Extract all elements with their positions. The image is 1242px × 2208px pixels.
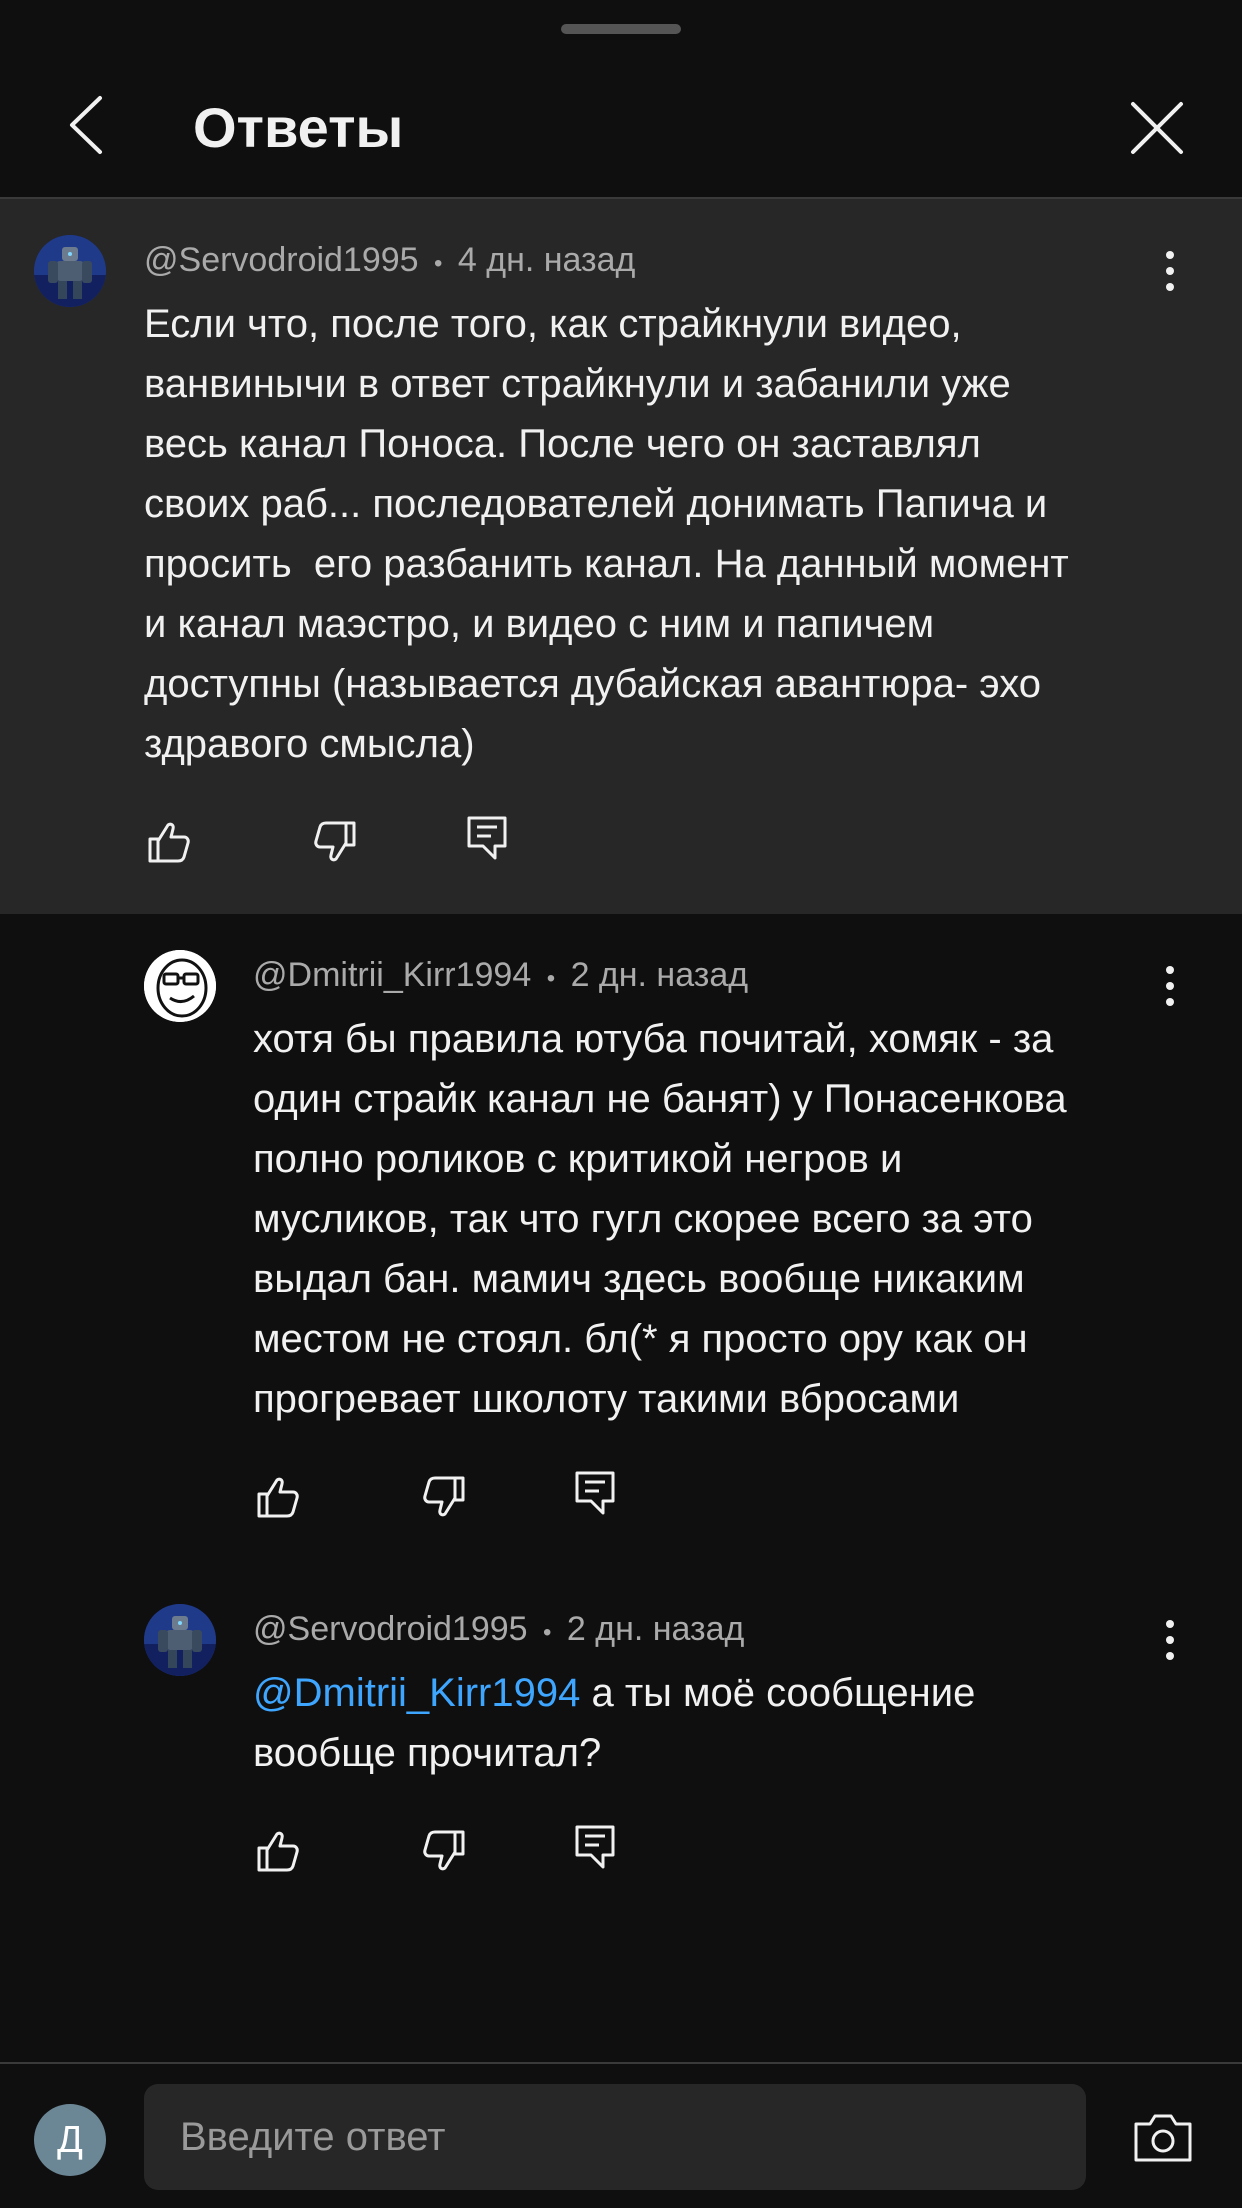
reply-button[interactable] xyxy=(460,811,514,865)
thumb-down-icon xyxy=(314,821,356,862)
more-vertical-icon xyxy=(1166,966,1174,974)
comment-meta: @Dmitrii_Kirr1994 • 2 дн. назад xyxy=(253,956,748,995)
user-avatar[interactable]: Д xyxy=(34,2104,106,2176)
more-vertical-icon xyxy=(1166,1620,1174,1628)
reply-icon xyxy=(467,816,507,860)
mention-link[interactable]: @Dmitrii_Kirr1994 xyxy=(253,1671,580,1715)
robot-avatar[interactable] xyxy=(144,1604,216,1676)
thumb-up-icon xyxy=(257,1831,299,1872)
header: Ответы xyxy=(0,60,1242,198)
dislike-button[interactable] xyxy=(308,815,362,869)
reply-bar: Д xyxy=(0,2062,1242,2208)
like-button[interactable] xyxy=(251,1470,305,1524)
page-title: Ответы xyxy=(193,96,404,159)
like-button[interactable] xyxy=(142,815,196,869)
more-vertical-icon xyxy=(1166,251,1174,259)
drag-handle[interactable] xyxy=(561,24,681,34)
back-button[interactable] xyxy=(56,90,116,160)
meta-separator: • xyxy=(546,965,556,992)
chevron-left-icon xyxy=(70,96,102,154)
comment-text: @Dmitrii_Kirr1994 а ты моё сообщение воо… xyxy=(253,1671,976,1775)
comment-time: 4 дн. назад xyxy=(457,241,636,279)
meta-separator: • xyxy=(434,250,443,277)
comment-text: Если что, после того, как страйкнули вид… xyxy=(144,302,1069,766)
reply-button[interactable] xyxy=(568,1820,622,1874)
reply-icon xyxy=(575,1825,615,1869)
comment-meta: @Servodroid1995 • 2 дн. назад xyxy=(253,1610,744,1649)
more-button[interactable] xyxy=(1150,243,1190,299)
thumb-down-icon xyxy=(423,1830,465,1871)
close-icon xyxy=(1131,102,1183,154)
thumb-down-icon xyxy=(423,1476,465,1517)
thumb-up-icon xyxy=(257,1477,299,1518)
robot-avatar[interactable] xyxy=(34,235,106,307)
dislike-button[interactable] xyxy=(417,1824,471,1878)
comment-author[interactable]: @Servodroid1995 xyxy=(144,241,419,279)
camera-icon xyxy=(1134,2114,1192,2162)
reply-icon xyxy=(575,1471,615,1515)
comment-text: хотя бы правила ютуба почитай, хомяк - з… xyxy=(253,1017,1067,1421)
more-button[interactable] xyxy=(1150,958,1190,1014)
reply-input[interactable] xyxy=(144,2084,1086,2190)
more-button[interactable] xyxy=(1150,1612,1190,1668)
thumb-up-icon xyxy=(148,822,190,863)
top-comment: @Servodroid1995 • 4 дн. назад Если что, … xyxy=(0,199,1242,914)
meme-face-avatar[interactable] xyxy=(144,950,216,1022)
meta-separator: • xyxy=(543,1619,552,1646)
close-button[interactable] xyxy=(1124,95,1190,161)
dislike-button[interactable] xyxy=(417,1470,471,1524)
comment-meta: @Servodroid1995 • 4 дн. назад xyxy=(144,241,635,280)
like-button[interactable] xyxy=(251,1824,305,1878)
comment-time: 2 дн. назад xyxy=(570,956,749,994)
camera-button[interactable] xyxy=(1130,2108,1196,2168)
reply-button[interactable] xyxy=(568,1466,622,1520)
comment-author[interactable]: @Servodroid1995 xyxy=(253,1610,528,1648)
comment-author[interactable]: @Dmitrii_Kirr1994 xyxy=(253,956,531,994)
comment-time: 2 дн. назад xyxy=(566,1610,745,1648)
